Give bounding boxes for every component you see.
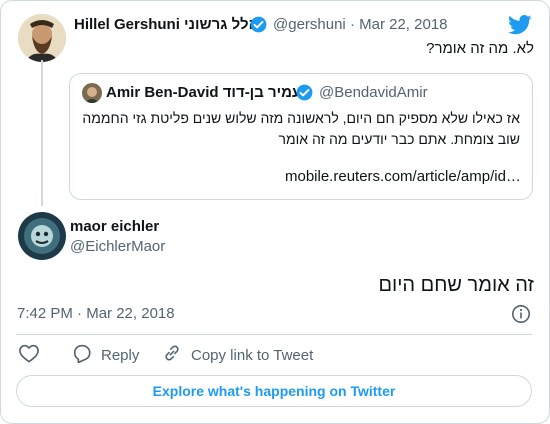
reply-label: Reply <box>101 346 140 364</box>
main-date[interactable]: Mar 22, 2018 <box>86 305 174 322</box>
copy-link-button[interactable]: Copy link to Tweet <box>161 340 313 370</box>
explore-button[interactable]: Explore what's happening on Twitter <box>16 375 532 407</box>
reply-button[interactable]: Reply <box>71 340 139 370</box>
explore-label: Explore what's happening on Twitter <box>152 383 396 399</box>
meta-separator: · <box>349 16 355 33</box>
quoted-tweet-text: אז כאילו שלא מספיק חם היום, לראשונה מזה … <box>82 110 520 147</box>
parent-date[interactable]: Mar 22, 2018 <box>359 16 447 33</box>
parent-display-name[interactable]: Hillel Gershuni הלל גרשוני <box>74 16 259 33</box>
main-handle[interactable]: @EichlerMaor <box>70 238 165 255</box>
main-display-name[interactable]: maor eichler <box>70 218 159 235</box>
divider <box>16 334 532 335</box>
copy-link-label: Copy link to Tweet <box>191 346 314 364</box>
twitter-bird-icon[interactable] <box>508 14 532 41</box>
avatar-bendavid[interactable] <box>82 83 102 103</box>
heart-icon <box>18 343 48 367</box>
verified-badge-icon <box>249 15 268 39</box>
verified-badge-icon <box>295 83 314 107</box>
parent-tweet-text: לא. מה זה אומר? <box>426 40 534 57</box>
meta-separator: · <box>77 305 83 322</box>
main-tweet-text: זה אומר שחם היום <box>378 274 534 296</box>
main-time[interactable]: 7:42 PM <box>17 305 73 322</box>
avatar-gershuni[interactable] <box>18 14 66 62</box>
main-timestamp[interactable]: 7:42 PM · Mar 22, 2018 <box>17 305 175 322</box>
info-icon[interactable] <box>511 304 531 329</box>
thread-connector <box>41 60 43 206</box>
link-icon <box>161 343 191 367</box>
parent-handle[interactable]: @gershuni <box>273 16 346 33</box>
parent-meta: @gershuni · Mar 22, 2018 <box>273 16 448 33</box>
quoted-link[interactable]: mobile.reuters.com/article/amp/id… <box>285 168 521 185</box>
quoted-display-name[interactable]: Amir Ben-David עמיר בן-דוד <box>106 84 301 101</box>
quoted-handle[interactable]: @BendavidAmir <box>319 84 428 101</box>
like-button[interactable] <box>18 340 48 370</box>
reply-icon <box>71 343 101 367</box>
avatar-eichler[interactable] <box>18 212 66 260</box>
